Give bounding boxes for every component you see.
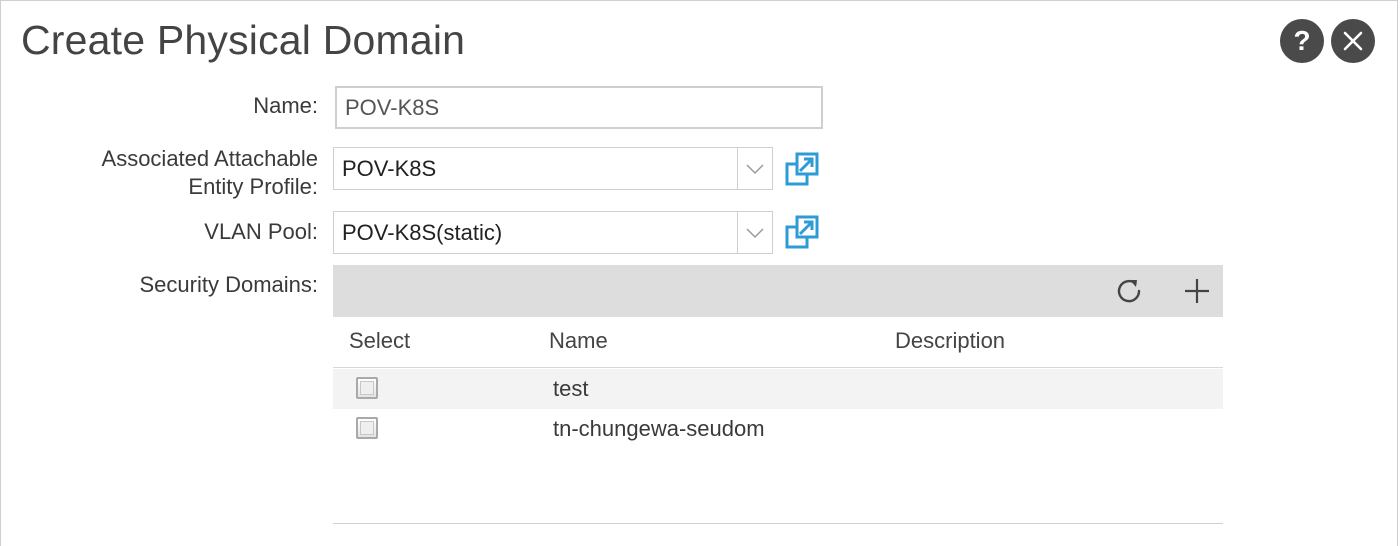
close-icon <box>1343 31 1363 51</box>
name-input[interactable] <box>335 86 823 129</box>
vlan-pool-label: VLAN Pool: <box>204 219 318 244</box>
table-row[interactable]: test <box>333 369 1223 409</box>
plus-icon[interactable] <box>1183 277 1211 305</box>
row-name: test <box>553 376 589 401</box>
help-button[interactable]: ? <box>1280 19 1324 63</box>
security-domains-toolbar <box>333 265 1223 317</box>
aaep-external-open-icon[interactable] <box>785 152 819 186</box>
row-select-checkbox[interactable] <box>356 417 378 439</box>
refresh-icon[interactable] <box>1115 277 1143 305</box>
table-header-divider <box>333 367 1223 368</box>
close-button[interactable] <box>1331 19 1375 63</box>
chevron-down-icon <box>746 227 764 238</box>
name-label: Name: <box>253 93 318 118</box>
vlan-pool-select[interactable]: POV-K8S(static) <box>333 211 773 254</box>
question-mark-icon: ? <box>1293 25 1311 56</box>
chevron-down-icon <box>746 163 764 174</box>
vlan-pool-dropdown-toggle[interactable] <box>737 212 772 253</box>
vlan-pool-external-open-icon[interactable] <box>785 215 819 249</box>
vlan-pool-select-value: POV-K8S(static) <box>342 220 503 245</box>
row-select-checkbox[interactable] <box>356 377 378 399</box>
security-domains-label: Security Domains: <box>139 272 318 297</box>
column-header-description[interactable]: Description <box>895 327 1005 355</box>
aaep-label-line2: Entity Profile: <box>188 174 318 199</box>
row-name: tn-chungewa-seudom <box>553 416 765 441</box>
aaep-dropdown-toggle[interactable] <box>737 148 772 189</box>
aaep-select-value: POV-K8S <box>342 156 437 181</box>
aaep-label-line1: Associated Attachable <box>101 146 318 171</box>
table-row[interactable]: tn-chungewa-seudom <box>333 409 1223 449</box>
column-header-select[interactable]: Select <box>349 327 410 355</box>
column-header-name[interactable]: Name <box>549 327 608 355</box>
table-bottom-divider <box>333 523 1223 524</box>
dialog-title: Create Physical Domain <box>21 17 466 63</box>
aaep-select[interactable]: POV-K8S <box>333 147 773 190</box>
create-physical-domain-dialog: Create Physical Domain ? Name: Associate… <box>0 0 1398 546</box>
